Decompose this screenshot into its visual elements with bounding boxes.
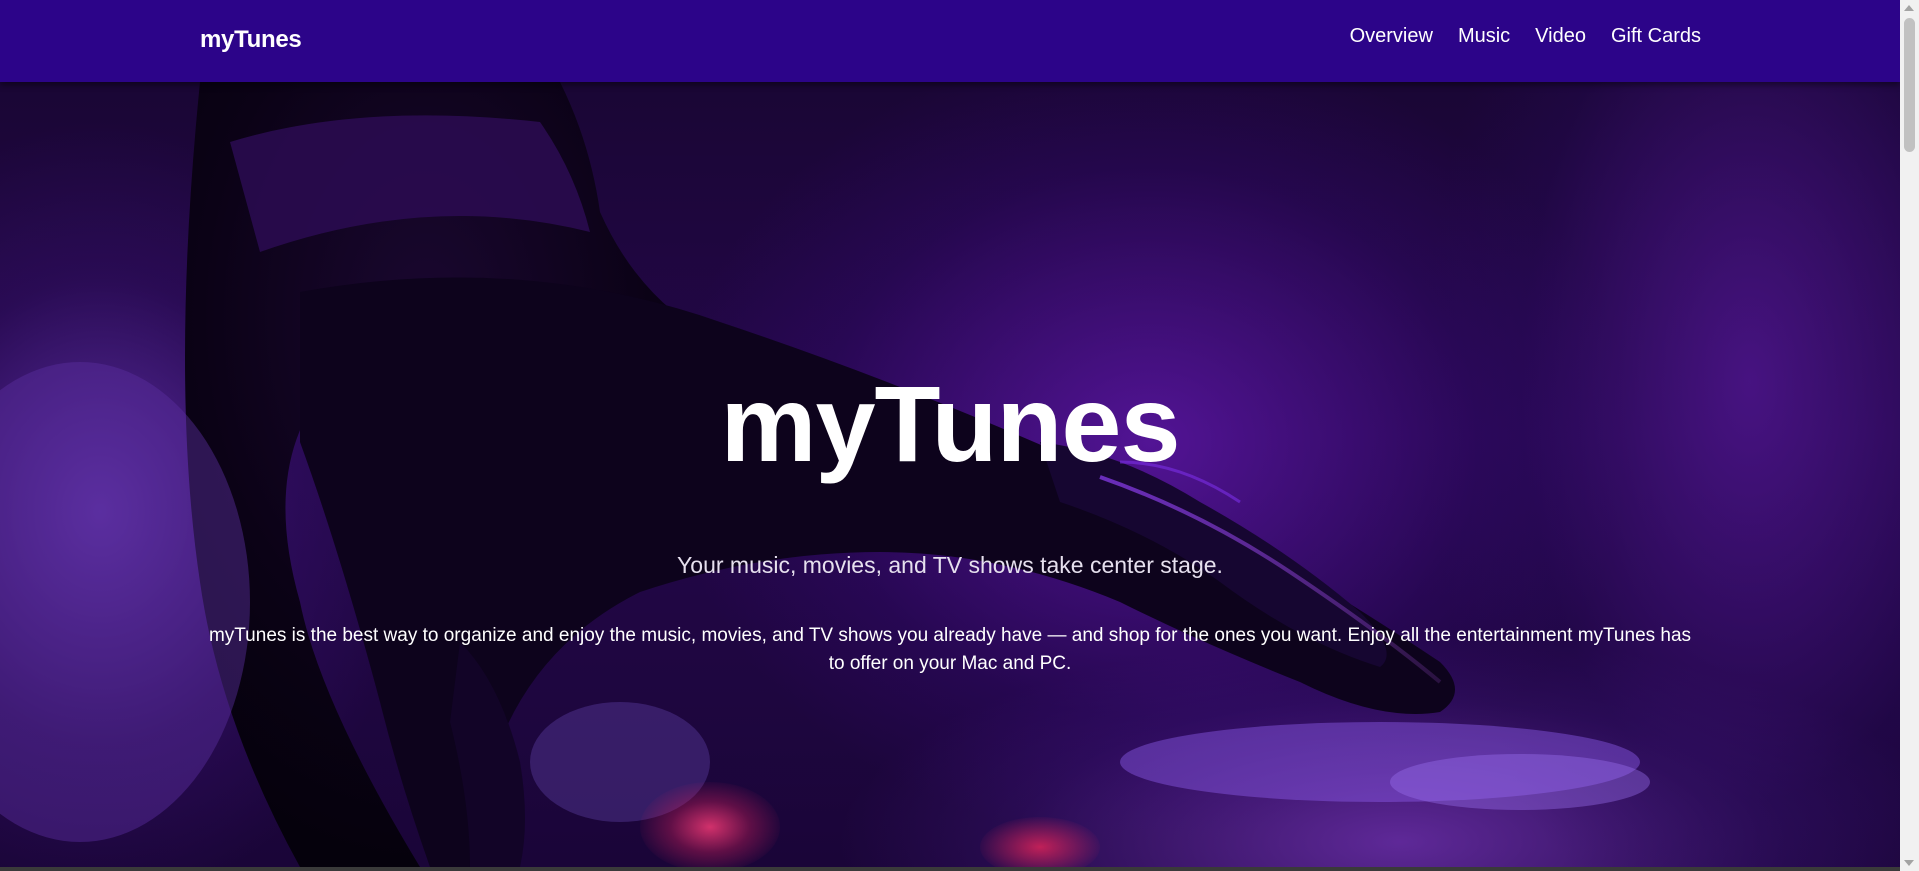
nav-links: Overview Music Video Gift Cards <box>1350 25 1701 48</box>
hero-tagline: Your music, movies, and TV shows take ce… <box>677 552 1223 578</box>
hero-content: myTunes Your music, movies, and TV shows… <box>0 82 1900 867</box>
vertical-scrollbar[interactable] <box>1900 0 1919 871</box>
nav-link-gift-cards[interactable]: Gift Cards <box>1611 25 1701 48</box>
hero-section: myTunes Your music, movies, and TV shows… <box>0 82 1900 867</box>
brand-logo-link[interactable]: myTunes <box>200 26 302 54</box>
bottom-edge <box>0 867 1900 871</box>
nav-link-video[interactable]: Video <box>1535 25 1586 48</box>
hero-title: myTunes <box>720 363 1180 484</box>
hero-description: myTunes is the best way to organize and … <box>208 625 1692 674</box>
scroll-down-arrow-icon[interactable] <box>1904 860 1914 866</box>
scroll-up-arrow-icon[interactable] <box>1904 5 1914 11</box>
scrollbar-thumb[interactable] <box>1904 18 1915 152</box>
page: myTunes Overview Music Video Gift Cards <box>0 0 1919 871</box>
nav-link-overview[interactable]: Overview <box>1350 25 1433 48</box>
nav-link-music[interactable]: Music <box>1458 25 1510 48</box>
navbar: myTunes Overview Music Video Gift Cards <box>0 0 1900 82</box>
